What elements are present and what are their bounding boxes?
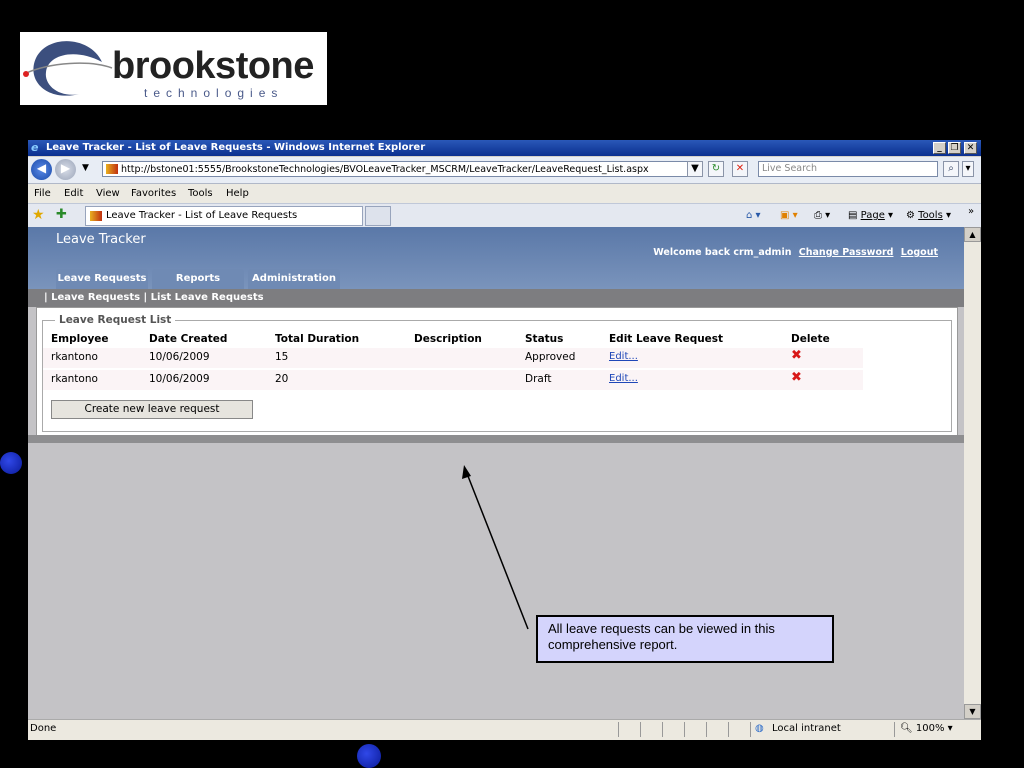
title-bar: e Leave Tracker - List of Leave Requests… xyxy=(28,140,981,156)
callout-box: All leave requests can be viewed in this… xyxy=(536,615,834,663)
print-icon[interactable]: ⎙ ▾ xyxy=(814,208,830,224)
menu-view[interactable]: View xyxy=(96,184,120,203)
menu-file[interactable]: File xyxy=(34,184,51,203)
search-input[interactable]: Live Search xyxy=(758,161,938,177)
status-text: Done xyxy=(30,723,57,734)
feeds-icon[interactable]: ▣ ▾ xyxy=(780,208,798,224)
refresh-button[interactable]: ↻ xyxy=(708,161,724,177)
new-tab-button[interactable] xyxy=(365,206,391,226)
page-menu-button[interactable]: ▤ Page ▾ xyxy=(848,208,893,224)
window-title: Leave Tracker - List of Leave Requests -… xyxy=(46,142,426,153)
scroll-up-icon[interactable]: ▲ xyxy=(964,227,981,242)
search-icon[interactable]: ⌕ xyxy=(943,161,959,177)
stop-button[interactable]: ✕ xyxy=(732,161,748,177)
logo-swirl-icon xyxy=(23,41,113,96)
url-dropdown-button[interactable]: ▼ xyxy=(687,161,703,177)
minimize-button[interactable]: _ xyxy=(933,142,946,154)
tab-favicon-icon xyxy=(90,211,102,221)
search-options-button[interactable]: ▾ xyxy=(962,161,974,177)
favorites-star-icon[interactable]: ★ xyxy=(32,207,45,223)
status-bar: Done ◍ Local intranet 🔍︎ 100% ▾ xyxy=(28,719,981,740)
menu-help[interactable]: Help xyxy=(226,184,249,203)
browser-window: e Leave Tracker - List of Leave Requests… xyxy=(28,140,981,740)
ie-logo-icon: e xyxy=(31,141,39,154)
menu-bar: File Edit View Favorites Tools Help xyxy=(28,184,981,203)
logo-sub-text: technologies xyxy=(144,86,284,100)
add-favorite-icon[interactable]: ✚ xyxy=(56,207,67,222)
restore-button[interactable]: ❐ xyxy=(948,142,961,154)
brookstone-logo: brookstone technologies xyxy=(20,32,327,105)
url-field[interactable]: http://bstone01:5555/BrookstoneTechnolog… xyxy=(102,161,701,177)
zoom-control[interactable]: 🔍︎ 100% ▾ xyxy=(900,720,953,738)
page-favicon-icon xyxy=(106,164,118,174)
menu-tools[interactable]: Tools xyxy=(188,184,213,203)
tools-menu-button[interactable]: ⚙ Tools ▾ xyxy=(906,208,951,224)
close-window-button[interactable]: ✕ xyxy=(964,142,977,154)
menu-favorites[interactable]: Favorites xyxy=(131,184,176,203)
address-bar: ◀ ▶ ▼ http://bstone01:5555/BrookstoneTec… xyxy=(28,157,981,184)
page-content: Leave Tracker Welcome back crm_admin Cha… xyxy=(28,227,964,719)
decorative-dot xyxy=(357,744,381,768)
scroll-down-icon[interactable]: ▼ xyxy=(964,704,981,719)
home-icon[interactable]: ⌂ ▾ xyxy=(746,208,761,224)
favorites-bar: ★ ✚ Leave Tracker - List of Leave Reques… xyxy=(28,203,981,228)
zone-text: Local intranet xyxy=(772,723,841,734)
decorative-dot xyxy=(0,452,22,474)
intranet-globe-icon: ◍ xyxy=(755,723,764,734)
forward-button[interactable]: ▶ xyxy=(55,159,76,180)
chevron-more-icon[interactable]: » xyxy=(968,204,974,220)
tab-leave-tracker[interactable]: Leave Tracker - List of Leave Requests xyxy=(85,206,363,226)
history-dropdown-icon[interactable]: ▼ xyxy=(82,163,89,173)
menu-edit[interactable]: Edit xyxy=(64,184,83,203)
back-button[interactable]: ◀ xyxy=(31,159,52,180)
logo-brand-text: brookstone xyxy=(112,45,314,87)
vertical-scrollbar[interactable]: ▲ ▼ xyxy=(964,227,981,719)
